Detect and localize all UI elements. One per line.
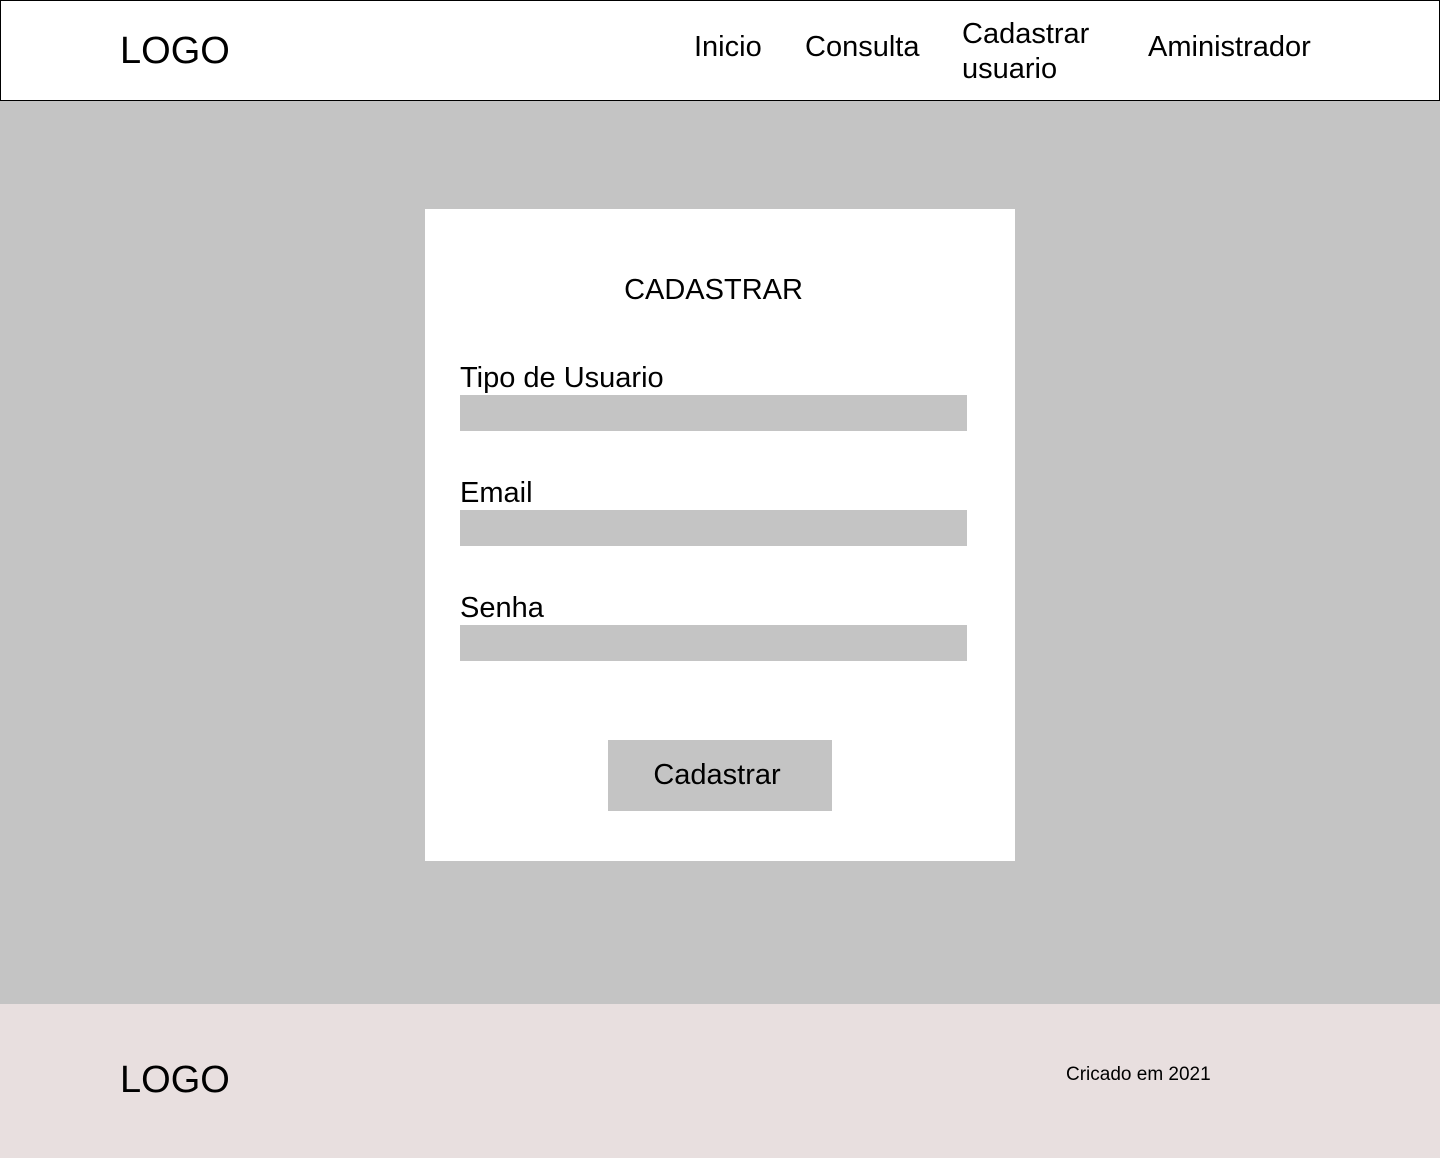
register-form-card: CADASTRAR Tipo de Usuario Email Senha Ca… [425,209,1015,861]
site-footer: LOGO Cricado em 2021 [0,1004,1440,1158]
senha-label: Senha [460,592,544,624]
main-content: CADASTRAR Tipo de Usuario Email Senha Ca… [0,101,1440,1004]
nav-link-cadastrar-usuario[interactable]: Cadastrar usuario [962,17,1112,87]
tipo-usuario-label: Tipo de Usuario [460,362,664,394]
nav-link-administrador[interactable]: Aministrador [1148,30,1311,65]
email-input[interactable] [460,510,967,546]
footer-copyright: Cricado em 2021 [1066,1064,1211,1085]
tipo-usuario-input[interactable] [460,395,967,431]
header-logo[interactable]: LOGO [120,29,230,73]
nav-link-consulta[interactable]: Consulta [805,30,919,65]
cadastrar-button[interactable]: Cadastrar [608,740,832,811]
form-title: CADASTRAR [624,274,803,306]
nav-link-inicio[interactable]: Inicio [694,30,762,65]
footer-logo: LOGO [120,1059,230,1101]
email-label: Email [460,477,533,509]
senha-input[interactable] [460,625,967,661]
site-header: LOGO Inicio Consulta Cadastrar usuario A… [0,0,1440,101]
